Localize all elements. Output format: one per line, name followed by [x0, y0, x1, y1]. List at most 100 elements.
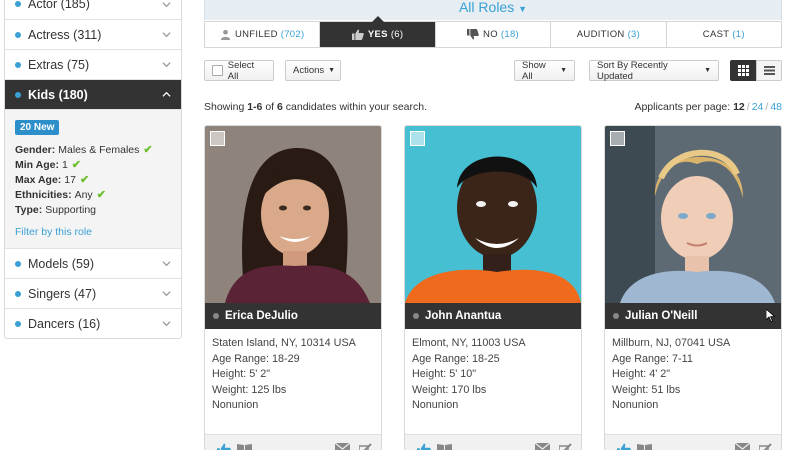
thumbs-up-icon — [351, 29, 364, 40]
candidate-union: Nonunion — [212, 399, 259, 411]
role-label: Kids (180) — [28, 87, 88, 102]
cursor-icon — [766, 309, 775, 322]
tab-unfiled[interactable]: UNFILED (702) — [205, 22, 319, 47]
checkbox-icon — [212, 65, 223, 76]
envelope-icon[interactable] — [335, 443, 350, 450]
candidate-location: Staten Island, NY, 10314 USA — [212, 337, 356, 349]
show-all-dropdown[interactable]: Show All ▼ — [514, 60, 575, 82]
role-dot — [15, 320, 21, 327]
candidate-info: Elmont, NY, 11003 USA Age Range: 18-25 H… — [412, 336, 526, 414]
results-summary: Showing 1-6 of 6 candidates within your … — [204, 101, 428, 113]
select-candidate-checkbox[interactable] — [210, 131, 225, 146]
thumbs-down-icon — [467, 29, 479, 40]
candidate-location: Millburn, NJ, 07041 USA — [612, 337, 731, 349]
thumbs-up-icon[interactable] — [217, 443, 231, 450]
chevron-down-icon — [162, 291, 171, 297]
role-item-actress[interactable]: Actress (311) — [5, 19, 181, 49]
select-all-button[interactable]: Select All — [204, 60, 274, 82]
role-dot — [15, 290, 21, 297]
thumbs-up-icon[interactable] — [617, 443, 631, 450]
candidate-height: Height: 5' 2" — [212, 368, 271, 380]
candidate-weight: Weight: 170 lbs — [412, 383, 487, 396]
envelope-icon[interactable] — [735, 443, 750, 450]
card-actions — [205, 434, 381, 450]
role-item-actor[interactable]: Actor (185) — [5, 0, 181, 19]
candidate-height: Height: 4' 2" — [612, 368, 671, 380]
candidate-photo[interactable] — [605, 126, 781, 303]
grid-icon — [737, 65, 749, 76]
edit-icon[interactable] — [359, 443, 372, 450]
role-item-models[interactable]: Models (59) — [5, 248, 181, 278]
candidate-card[interactable]: Erica DeJulio Staten Island, NY, 10314 U… — [204, 125, 382, 450]
chevron-down-icon — [162, 261, 171, 267]
select-candidate-checkbox[interactable] — [410, 131, 425, 146]
candidate-card[interactable]: Julian O'Neill Millburn, NJ, 07041 USA A… — [604, 125, 782, 450]
tab-no[interactable]: NO (18) — [434, 22, 550, 47]
per-page-selector: Applicants per page: 12/24/48 — [634, 101, 782, 113]
card-actions — [405, 434, 581, 450]
chevron-down-icon — [162, 321, 171, 327]
candidate-age-range: Age Range: 18-29 — [212, 352, 300, 365]
candidate-age-range: Age Range: 7-11 — [612, 352, 693, 365]
check-icon: ✔ — [96, 189, 106, 201]
envelope-icon[interactable] — [535, 443, 550, 450]
candidate-union: Nonunion — [412, 399, 459, 411]
role-item-singers[interactable]: Singers (47) — [5, 278, 181, 308]
check-icon: ✔ — [71, 159, 82, 171]
role-dot — [15, 61, 21, 68]
card-actions — [605, 434, 781, 450]
book-icon[interactable] — [237, 443, 252, 450]
caret-down-icon: ▼ — [328, 67, 336, 74]
candidate-name: John Anantua — [425, 310, 502, 322]
ethnicities-line: Ethnicities: Any ✔ — [15, 189, 106, 201]
role-dot — [15, 1, 21, 7]
role-item-extras[interactable]: Extras (75) — [5, 49, 181, 79]
book-icon[interactable] — [637, 443, 652, 450]
chevron-down-icon — [162, 62, 171, 68]
filter-by-role-link[interactable]: Filter by this role — [15, 226, 171, 238]
candidate-photo[interactable] — [205, 126, 381, 303]
role-label: Actor (185) — [28, 0, 90, 11]
candidate-info: Staten Island, NY, 10314 USA Age Range: … — [212, 336, 356, 414]
candidate-name-bar[interactable]: Julian O'Neill — [605, 303, 781, 329]
candidate-photo[interactable] — [405, 126, 581, 303]
per-page-48[interactable]: 48 — [770, 101, 782, 113]
per-page-12[interactable]: 12 — [733, 101, 745, 113]
list-icon — [763, 66, 775, 75]
caret-down-icon: ▼ — [518, 4, 528, 14]
type-line: Type: Supporting — [15, 204, 97, 216]
status-dot — [413, 313, 419, 319]
grid-view-button[interactable] — [730, 60, 756, 81]
per-page-24[interactable]: 24 — [752, 101, 764, 113]
edit-icon[interactable] — [559, 443, 572, 450]
list-view-button[interactable] — [756, 60, 782, 81]
role-item-dancers[interactable]: Dancers (16) — [5, 308, 181, 338]
role-label: Actress (311) — [28, 27, 102, 42]
caret-down-icon: ▼ — [704, 67, 711, 74]
thumbs-up-icon[interactable] — [417, 443, 431, 450]
candidate-card[interactable]: John Anantua Elmont, NY, 11003 USA Age R… — [404, 125, 582, 450]
tab-yes[interactable]: YES (6) — [319, 16, 435, 47]
edit-icon[interactable] — [759, 443, 772, 450]
new-badge: 20 New — [15, 120, 60, 135]
select-candidate-checkbox[interactable] — [610, 131, 625, 146]
candidate-name-bar[interactable]: John Anantua — [405, 303, 581, 329]
chevron-down-icon — [162, 1, 171, 7]
check-icon: ✔ — [143, 144, 153, 156]
sort-dropdown[interactable]: Sort By Recently Updated ▼ — [589, 60, 719, 82]
role-item-kids[interactable]: Kids (180) — [5, 79, 181, 109]
tab-audition[interactable]: AUDITION (3) — [550, 22, 665, 47]
candidate-name: Erica DeJulio — [225, 310, 298, 322]
role-label: Extras (75) — [28, 57, 90, 72]
book-icon[interactable] — [437, 443, 452, 450]
tab-cast[interactable]: CAST (1) — [665, 22, 781, 47]
candidate-name-bar[interactable]: Erica DeJulio — [205, 303, 381, 329]
roles-dropdown[interactable]: All Roles ▼ — [204, 0, 782, 20]
candidate-name: Julian O'Neill — [625, 310, 698, 322]
status-dot — [213, 313, 219, 319]
candidate-height: Height: 5' 10" — [412, 368, 477, 380]
actions-dropdown[interactable]: Actions ▼ — [285, 60, 341, 81]
min-age-line: Min Age: 1 ✔ — [15, 159, 82, 171]
role-dot — [15, 91, 21, 98]
status-dot — [613, 313, 619, 319]
